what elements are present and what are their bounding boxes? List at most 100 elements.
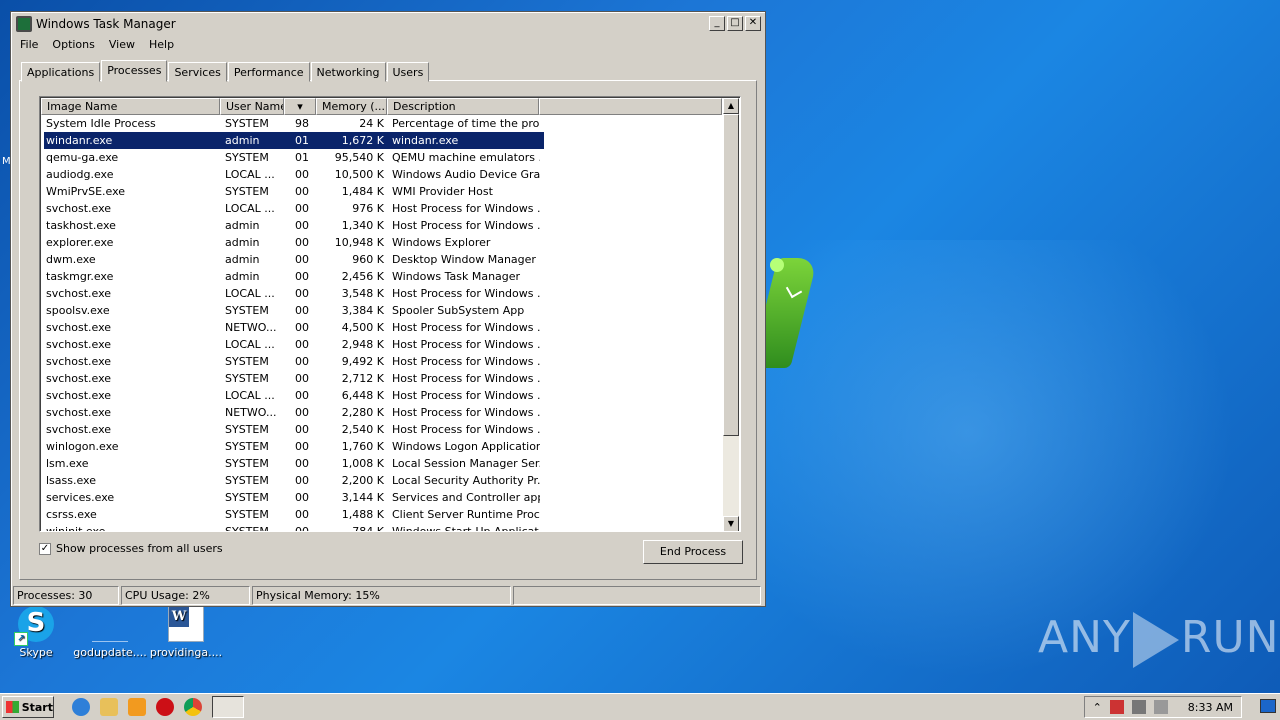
menu-view[interactable]: View — [102, 38, 142, 51]
cell-description: Windows Task Manager — [392, 270, 521, 283]
vertical-scrollbar[interactable]: ▲ ▼ — [723, 98, 739, 531]
menu-file[interactable]: File — [13, 38, 45, 51]
cell-user-name: SYSTEM — [225, 525, 269, 532]
action-center-icon[interactable] — [1109, 700, 1124, 714]
table-row[interactable]: windanr.exe admin 01 1,672 K windanr.exe — [44, 132, 544, 149]
scroll-thumb[interactable] — [723, 114, 739, 436]
end-process-button[interactable]: End Process — [643, 540, 743, 564]
column-user-name[interactable]: User Name — [220, 98, 284, 115]
cell-image-name: lsm.exe — [46, 457, 89, 470]
table-row[interactable]: svchost.exe LOCAL ... 00 2,948 K Host Proces… — [44, 336, 544, 353]
checkbox-check-icon[interactable]: ✓ — [39, 542, 51, 555]
table-row[interactable]: svchost.exe NETWO... 00 2,280 K Host Process… — [44, 404, 544, 421]
cell-image-name: spoolsv.exe — [46, 304, 110, 317]
table-row[interactable]: svchost.exe SYSTEM 00 2,712 K Host Process f… — [44, 370, 544, 387]
table-row[interactable]: spoolsv.exe SYSTEM 00 3,384 K Spooler SubSys… — [44, 302, 544, 319]
desktop-icon-providinga[interactable]: W providinga.... — [146, 606, 226, 659]
tab-processes[interactable]: Processes — [101, 60, 168, 82]
table-row[interactable]: lsm.exe SYSTEM 00 1,008 K Local Session Mana… — [44, 455, 544, 472]
cell-image-name: svchost.exe — [46, 355, 112, 368]
column-memory[interactable]: Memory (... — [316, 98, 387, 115]
table-row[interactable]: svchost.exe SYSTEM 00 9,492 K Host Process f… — [44, 353, 544, 370]
tab-services[interactable]: Services — [168, 62, 227, 82]
cell-image-name: qemu-ga.exe — [46, 151, 119, 164]
cell-user-name: SYSTEM — [225, 185, 269, 198]
status-filler — [513, 586, 761, 605]
column-header-row: Image Name User Name ▾ Memory (... Descr… — [41, 98, 722, 115]
table-row[interactable]: WmiPrvSE.exe SYSTEM 00 1,484 K WMI Provider … — [44, 183, 544, 200]
show-desktop-button[interactable] — [1260, 699, 1276, 713]
cell-description: Desktop Window Manager — [392, 253, 536, 266]
cell-cpu: 01 — [295, 151, 309, 164]
network-icon[interactable] — [1131, 700, 1146, 714]
cell-image-name: csrss.exe — [46, 508, 97, 521]
table-row[interactable]: svchost.exe SYSTEM 00 2,540 K Host Process f… — [44, 421, 544, 438]
folder-icon[interactable] — [100, 698, 118, 716]
cell-image-name: windanr.exe — [46, 134, 113, 147]
cell-memory: 3,384 K — [341, 304, 384, 317]
cell-memory: 1,672 K — [341, 134, 384, 147]
table-row[interactable]: wininit.exe SYSTEM 00 784 K Windows Start-Up… — [44, 523, 544, 532]
file-icon — [92, 606, 128, 642]
tab-performance[interactable]: Performance — [227, 62, 310, 82]
table-row[interactable]: lsass.exe SYSTEM 00 2,200 K Local Security A… — [44, 472, 544, 489]
word-document-icon: W — [168, 606, 204, 642]
table-row[interactable]: svchost.exe NETWO... 00 4,500 K Host Process… — [44, 319, 544, 336]
menu-help[interactable]: Help — [142, 38, 181, 51]
table-row[interactable]: taskmgr.exe admin 00 2,456 K Windows Task Ma… — [44, 268, 544, 285]
table-row[interactable]: taskhost.exe admin 00 1,340 K Host Process f… — [44, 217, 544, 234]
column-description[interactable]: Description — [387, 98, 539, 115]
cell-image-name: taskmgr.exe — [46, 270, 114, 283]
cell-cpu: 98 — [295, 117, 309, 130]
start-button[interactable]: Start — [2, 696, 54, 718]
tab-applications[interactable]: Applications — [21, 62, 101, 82]
volume-icon[interactable] — [1153, 700, 1168, 714]
scroll-up-button[interactable]: ▲ — [723, 98, 739, 114]
opera-icon[interactable] — [156, 698, 174, 716]
table-row[interactable]: svchost.exe LOCAL ... 00 3,548 K Host Proces… — [44, 285, 544, 302]
desktop-icon-label: godupdate.... — [73, 646, 147, 659]
cell-cpu: 00 — [295, 202, 309, 215]
table-row[interactable]: audiodg.exe LOCAL ... 00 10,500 K Windows Au… — [44, 166, 544, 183]
chrome-icon[interactable] — [184, 698, 202, 716]
clock[interactable]: 8:33 AM — [1188, 701, 1233, 714]
title-bar[interactable]: Windows Task Manager _ □ ✕ — [13, 14, 763, 34]
tray-expand-icon[interactable]: ⌃ — [1093, 701, 1102, 714]
menu-options[interactable]: Options — [45, 38, 101, 51]
desktop-icon-skype[interactable]: S ↗ Skype — [0, 606, 76, 659]
maximize-button[interactable]: □ — [727, 16, 743, 31]
status-bar: Processes: 30 CPU Usage: 2% Physical Mem… — [13, 586, 763, 606]
table-row[interactable]: qemu-ga.exe SYSTEM 01 95,540 K QEMU machine … — [44, 149, 544, 166]
tab-users[interactable]: Users — [386, 62, 430, 82]
cell-description: Host Process for Windows ... — [392, 338, 540, 351]
cell-cpu: 00 — [295, 525, 309, 532]
cell-description: Windows Explorer — [392, 236, 491, 249]
minimize-button[interactable]: _ — [709, 16, 725, 31]
column-cpu-sort[interactable]: ▾ — [284, 98, 316, 115]
table-row[interactable]: services.exe SYSTEM 00 3,144 K Services and … — [44, 489, 544, 506]
show-all-users-checkbox[interactable]: ✓ Show processes from all users — [39, 542, 223, 555]
table-row[interactable]: dwm.exe admin 00 960 K Desktop Window Manage… — [44, 251, 544, 268]
scroll-down-button[interactable]: ▼ — [723, 516, 739, 531]
internet-explorer-icon[interactable] — [72, 698, 90, 716]
cell-memory: 2,712 K — [341, 372, 384, 385]
taskbar-item-task-manager[interactable] — [212, 696, 244, 718]
cell-user-name: LOCAL ... — [225, 168, 275, 181]
process-list[interactable]: Image Name User Name ▾ Memory (... Descr… — [39, 96, 741, 532]
tab-networking[interactable]: Networking — [310, 62, 386, 82]
table-row[interactable]: svchost.exe LOCAL ... 00 6,448 K Host Proces… — [44, 387, 544, 404]
cell-memory: 9,492 K — [341, 355, 384, 368]
close-button[interactable]: ✕ — [745, 16, 761, 31]
table-row[interactable]: svchost.exe LOCAL ... 00 976 K Host Process … — [44, 200, 544, 217]
cell-description: Services and Controller app — [392, 491, 540, 504]
table-row[interactable]: winlogon.exe SYSTEM 00 1,760 K Windows Logon… — [44, 438, 544, 455]
table-row[interactable]: System Idle Process SYSTEM 98 24 K Percentag… — [44, 115, 544, 132]
desktop-icon-godupdate[interactable]: godupdate.... — [70, 606, 150, 659]
table-row[interactable]: csrss.exe SYSTEM 00 1,488 K Client Server Ru… — [44, 506, 544, 523]
media-player-icon[interactable] — [128, 698, 146, 716]
table-row[interactable]: explorer.exe admin 00 10,948 K Windows Explo… — [44, 234, 544, 251]
cell-image-name: svchost.exe — [46, 389, 112, 402]
cell-image-name: winlogon.exe — [46, 440, 119, 453]
cell-image-name: svchost.exe — [46, 287, 112, 300]
column-image-name[interactable]: Image Name — [41, 98, 220, 115]
